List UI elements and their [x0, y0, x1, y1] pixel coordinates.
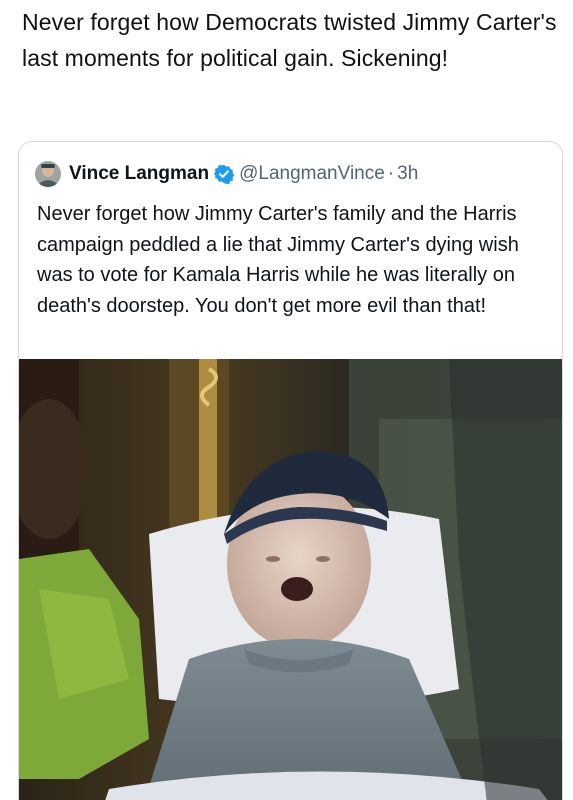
author-handle[interactable]: @LangmanVince — [239, 163, 385, 185]
author-name[interactable]: Vince Langman — [69, 163, 209, 185]
timestamp[interactable]: 3h — [397, 163, 418, 185]
avatar[interactable] — [35, 161, 61, 187]
tweet-photo[interactable] — [19, 359, 562, 800]
meta-separator: · — [387, 163, 395, 184]
verified-badge-icon — [214, 164, 235, 184]
quoted-tweet-author-row: Vince Langman @LangmanVince · 3h — [35, 159, 418, 189]
quoted-tweet-card[interactable]: Vince Langman @LangmanVince · 3h Never f… — [18, 141, 563, 800]
post-caption: Never forget how Democrats twisted Jimmy… — [22, 9, 557, 71]
quoted-tweet-text: Never forget how Jimmy Carter's family a… — [37, 203, 519, 317]
